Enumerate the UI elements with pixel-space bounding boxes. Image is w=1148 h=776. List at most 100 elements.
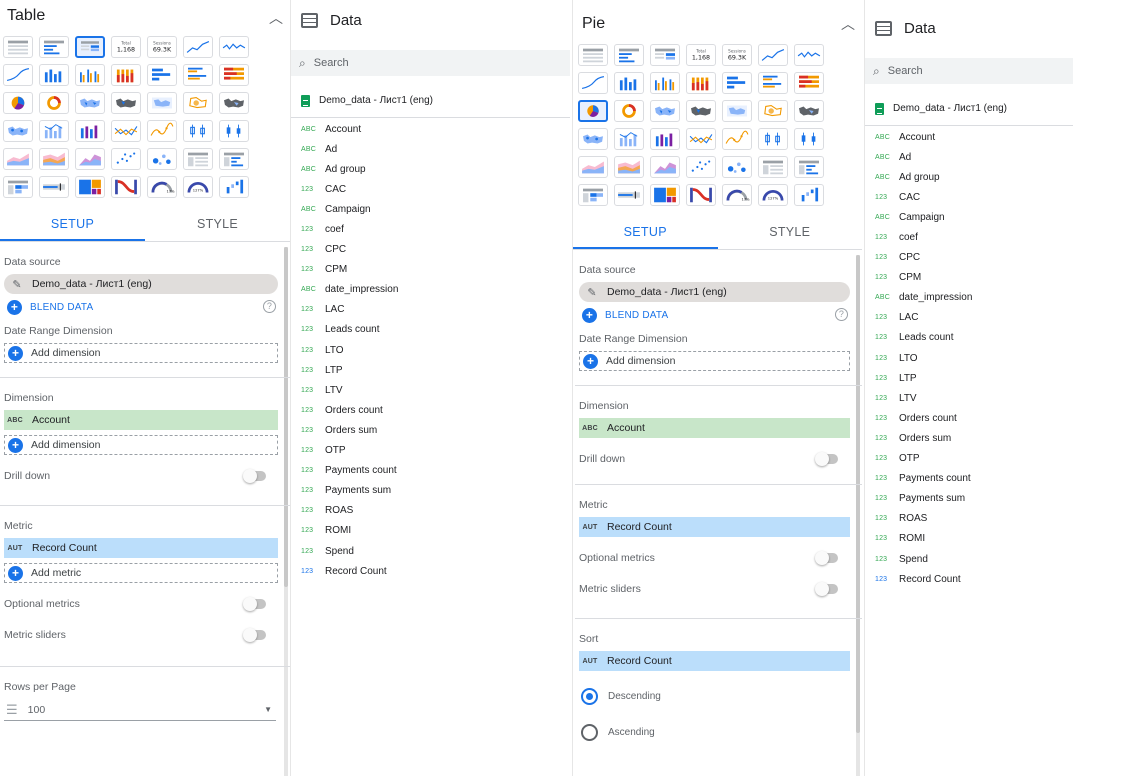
field-item[interactable]: ABC Account (875, 127, 1148, 147)
field-item[interactable]: 123 Spend (301, 541, 570, 561)
candlestick-filled-icon[interactable] (219, 120, 249, 142)
field-item[interactable]: 123 ROAS (875, 509, 1148, 529)
field-item[interactable]: 123 CPM (301, 260, 570, 280)
smooth-line-chart-icon[interactable] (147, 120, 177, 142)
pivot-table-icon[interactable] (183, 148, 213, 170)
bullet-chart-icon[interactable] (614, 184, 644, 206)
filled-map-icon[interactable] (147, 92, 177, 114)
field-item[interactable]: 123 Leads count (301, 320, 570, 340)
table-bars-chart-icon[interactable] (614, 44, 644, 66)
metric-sliders-toggle[interactable] (815, 582, 838, 596)
percent-area-chart-icon[interactable] (75, 148, 105, 170)
field-item[interactable]: 123 LTP (875, 368, 1148, 388)
tab-setup[interactable]: SETUP (573, 216, 718, 249)
column-chart-icon[interactable] (614, 72, 644, 94)
help-icon[interactable]: ? (835, 308, 848, 321)
line-chart-icon[interactable] (111, 120, 141, 142)
filled-map-icon[interactable] (722, 100, 752, 122)
geo-chart-icon[interactable] (686, 100, 716, 122)
column-chart-icon[interactable] (39, 64, 69, 86)
bar-chart-icon[interactable] (147, 64, 177, 86)
sankey-chart-icon[interactable] (111, 176, 141, 198)
area-chart-icon[interactable] (578, 156, 608, 178)
pivot-table-bars-icon[interactable] (794, 156, 824, 178)
table-heatmap-chart-icon[interactable] (75, 36, 105, 58)
field-item[interactable]: 123 OTP (301, 441, 570, 461)
waterfall-chart-icon[interactable] (794, 184, 824, 206)
pivot-table-heatmap-icon[interactable] (3, 176, 33, 198)
chevron-up-icon[interactable]: ︿ (841, 14, 855, 34)
field-item[interactable]: ABC Ad group (301, 159, 570, 179)
candlestick-chart-icon[interactable] (183, 120, 213, 142)
add-date-dimension-button[interactable]: + Add dimension (4, 343, 278, 363)
field-item[interactable]: 123 LTP (301, 360, 570, 380)
data-source-header[interactable]: Demo_data - Лист1 (eng) (865, 92, 1073, 126)
pencil-icon[interactable]: ✎ (585, 286, 599, 299)
google-maps-icon[interactable] (578, 128, 608, 150)
field-item[interactable]: 123 LTV (875, 388, 1148, 408)
pie-chart-icon[interactable] (3, 92, 33, 114)
data-source-chip[interactable]: ✎ Demo_data - Лист1 (eng) (579, 282, 850, 302)
bubble-chart-icon[interactable] (722, 156, 752, 178)
gauge-chart-icon[interactable]: 17% (147, 176, 177, 198)
field-item[interactable]: 123 LTV (301, 380, 570, 400)
pivot-table-bars-icon[interactable] (219, 148, 249, 170)
data-source-chip[interactable]: ✎ Demo_data - Лист1 (eng) (4, 274, 278, 294)
field-item[interactable]: 123 ROMI (301, 521, 570, 541)
field-item[interactable]: 123 ROMI (875, 529, 1148, 549)
smoothed-line-chart-icon[interactable] (578, 72, 608, 94)
field-item[interactable]: 123 Orders count (301, 400, 570, 420)
blend-data-button[interactable]: + BLEND DATA ? (4, 300, 278, 315)
field-item[interactable]: 123 Payments count (875, 469, 1148, 489)
sankey-chart-icon[interactable] (686, 184, 716, 206)
drill-down-toggle[interactable] (815, 452, 838, 466)
field-item[interactable]: 123 coef (301, 219, 570, 239)
field-item[interactable]: 123 CAC (301, 179, 570, 199)
grouped-column-chart-icon[interactable] (650, 72, 680, 94)
bullet-chart-icon[interactable] (39, 176, 69, 198)
line-chart-icon[interactable] (686, 128, 716, 150)
progress-gauge-icon[interactable]: 127% (183, 176, 213, 198)
stacked-area-chart-icon[interactable] (614, 156, 644, 178)
google-maps-icon[interactable] (3, 120, 33, 142)
sort-ascending-option[interactable]: Ascending (579, 719, 850, 745)
bar-chart-icon[interactable] (722, 72, 752, 94)
percent-area-chart-icon[interactable] (650, 156, 680, 178)
bubble-map-icon[interactable] (758, 100, 788, 122)
field-item[interactable]: ABC Ad group (875, 167, 1148, 187)
field-item[interactable]: 123 Record Count (301, 561, 570, 581)
geo-chart-icon[interactable] (111, 92, 141, 114)
scorecard-total-icon[interactable]: Total 1,168 (111, 36, 141, 58)
field-item[interactable]: 123 CPC (301, 240, 570, 260)
table-chart-icon[interactable] (578, 44, 608, 66)
tab-style[interactable]: STYLE (718, 216, 863, 249)
sort-field-record-count[interactable]: AUT Record Count (579, 651, 850, 671)
field-item[interactable]: 123 CAC (875, 187, 1148, 207)
field-item[interactable]: 123 OTP (875, 449, 1148, 469)
search-field[interactable]: ⌕ Search (865, 58, 1073, 84)
candlestick-filled-icon[interactable] (794, 128, 824, 150)
scatter-chart-icon[interactable] (111, 148, 141, 170)
field-item[interactable]: ABC Ad (301, 139, 570, 159)
field-item[interactable]: 123 Spend (875, 549, 1148, 569)
treemap-chart-icon[interactable] (650, 184, 680, 206)
field-item[interactable]: 123 Orders sum (301, 420, 570, 440)
field-item[interactable]: 123 coef (875, 227, 1148, 247)
field-item[interactable]: ABC date_impression (301, 280, 570, 300)
field-item[interactable]: ABC Ad (875, 147, 1148, 167)
area-chart-icon[interactable] (3, 148, 33, 170)
metric-sliders-toggle[interactable] (243, 628, 266, 642)
radio-icon[interactable] (581, 723, 598, 741)
sparkline-chart-icon[interactable] (794, 44, 824, 66)
optional-metrics-toggle[interactable] (243, 597, 266, 611)
field-item[interactable]: 123 Payments count (301, 461, 570, 481)
scorecard-total-icon[interactable]: Total 1,168 (686, 44, 716, 66)
table-bars-chart-icon[interactable] (39, 36, 69, 58)
stacked-column-chart-icon[interactable] (111, 64, 141, 86)
donut-chart-icon[interactable] (39, 92, 69, 114)
smooth-line-chart-icon[interactable] (722, 128, 752, 150)
metric-field-record-count[interactable]: AUT Record Count (4, 538, 278, 558)
scorecard-compact-icon[interactable]: Sessions 69.3K (147, 36, 177, 58)
drill-down-toggle[interactable] (243, 469, 266, 483)
grouped-column-chart-icon[interactable] (75, 64, 105, 86)
